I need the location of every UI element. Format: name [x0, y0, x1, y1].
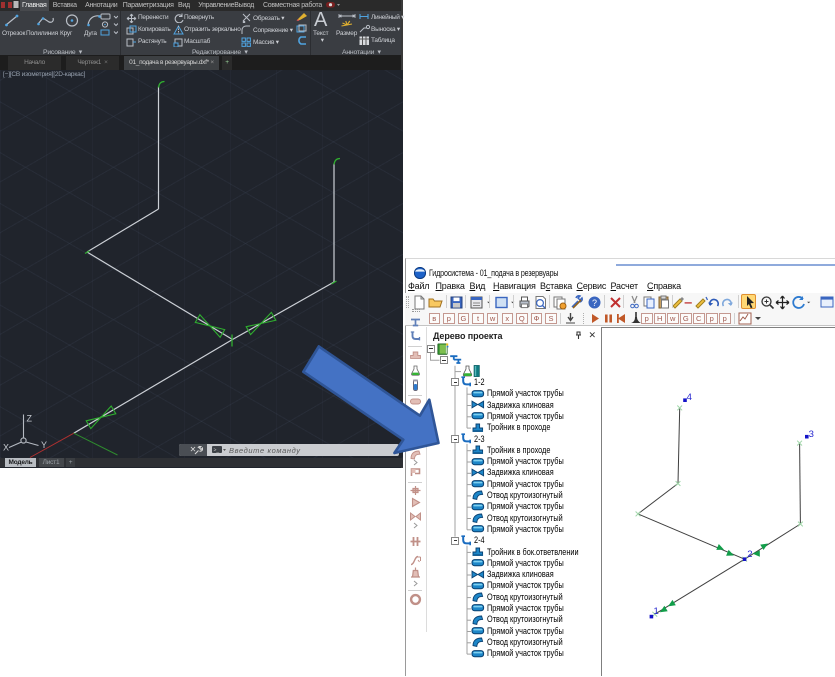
- svg-text:>_: >_: [214, 448, 220, 454]
